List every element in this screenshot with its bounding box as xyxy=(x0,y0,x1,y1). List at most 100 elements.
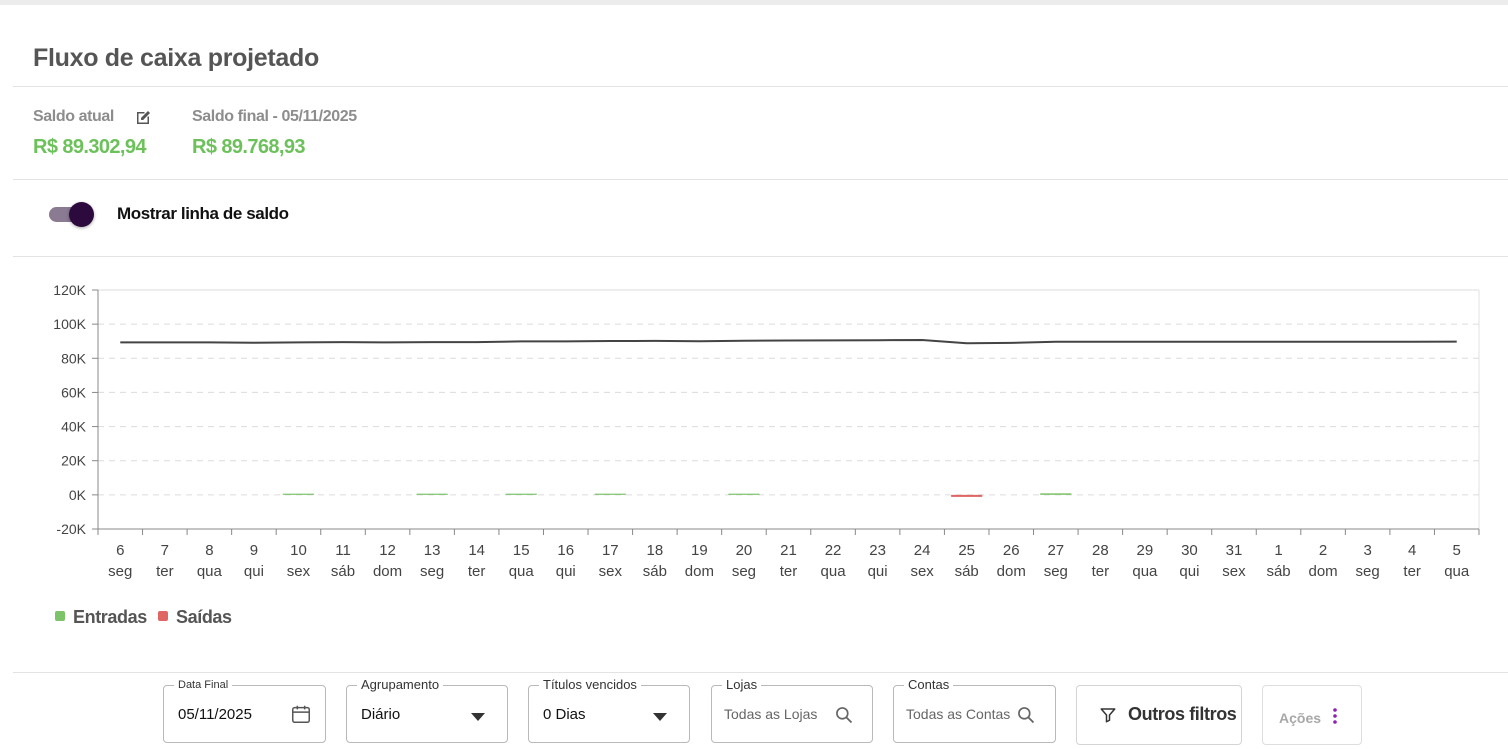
entradas-bar xyxy=(416,493,448,495)
x-tick-label-weekday: sex xyxy=(599,563,623,580)
end-date-value: 05/11/2025 xyxy=(178,706,252,723)
entradas-bar xyxy=(282,493,315,495)
actions-button[interactable]: Ações xyxy=(1262,685,1362,745)
x-tick-label-day: 13 xyxy=(424,542,441,559)
x-tick-label-weekday: seg xyxy=(732,563,756,580)
x-tick-label-weekday: seg xyxy=(1356,563,1380,580)
entradas-bar xyxy=(505,493,537,495)
overdue-titles-label: Títulos vencidos xyxy=(539,677,641,692)
balance-line xyxy=(120,339,1457,345)
x-tick-label-day: 15 xyxy=(513,542,530,559)
other-filters-label: Outros filtros xyxy=(1128,704,1237,724)
divider xyxy=(13,672,1508,673)
x-tick-label-day: 20 xyxy=(736,542,753,559)
edit-icon[interactable] xyxy=(134,109,152,127)
x-tick-label-day: 14 xyxy=(468,542,485,559)
legend-saidas[interactable]: Saídas xyxy=(158,607,232,628)
y-tick-label: 80K xyxy=(61,350,87,366)
x-tick-label-weekday: qua xyxy=(821,563,847,580)
grouping-label: Agrupamento xyxy=(357,677,444,692)
x-tick-label-weekday: qui xyxy=(1179,563,1199,580)
x-tick-label-weekday: sáb xyxy=(643,563,667,580)
x-tick-label-day: 21 xyxy=(780,542,797,559)
end-date-field[interactable]: Data Final 05/11/2025 xyxy=(163,679,326,743)
search-icon[interactable] xyxy=(1016,705,1036,725)
x-tick-label-weekday: seg xyxy=(1044,563,1068,580)
overdue-titles-value: 0 Dias xyxy=(543,706,586,723)
x-tick-label-day: 6 xyxy=(116,542,124,559)
filter-icon xyxy=(1100,708,1116,723)
page-title: Fluxo de caixa projetado xyxy=(33,44,319,72)
x-tick-label-day: 23 xyxy=(869,542,886,559)
current-balance-label: Saldo atual xyxy=(33,108,114,125)
entradas-bar xyxy=(728,493,760,495)
x-tick-label-day: 30 xyxy=(1181,542,1198,559)
x-tick-label-weekday: dom xyxy=(685,563,714,580)
y-tick-label: 100K xyxy=(53,316,86,332)
divider xyxy=(13,179,1508,180)
calendar-icon[interactable] xyxy=(290,703,312,725)
x-tick-label-day: 8 xyxy=(205,542,213,559)
x-tick-label-day: 16 xyxy=(557,542,574,559)
x-tick-label-weekday: seg xyxy=(108,563,132,580)
saidas-swatch xyxy=(158,611,168,621)
overdue-titles-select[interactable]: Títulos vencidos 0 Dias xyxy=(528,677,690,743)
stores-label: Lojas xyxy=(722,677,762,692)
x-tick-label-weekday: ter xyxy=(780,563,798,580)
divider xyxy=(13,86,1508,87)
x-tick-label-weekday: qua xyxy=(509,563,535,580)
x-tick-label-weekday: sáb xyxy=(955,563,979,580)
x-tick-label-weekday: qui xyxy=(556,563,576,580)
final-balance-label: Saldo final - 05/11/2025 xyxy=(192,108,357,125)
stores-placeholder: Todas as Lojas xyxy=(724,706,818,722)
accounts-label: Contas xyxy=(904,677,954,692)
accounts-search-field[interactable]: Contas Todas as Contas xyxy=(893,677,1056,743)
grouping-select[interactable]: Agrupamento Diário xyxy=(346,677,508,743)
x-tick-label-weekday: dom xyxy=(997,563,1026,580)
entradas-bar xyxy=(1040,493,1072,495)
entradas-swatch xyxy=(55,611,65,621)
x-tick-label-weekday: ter xyxy=(1403,563,1421,580)
x-tick-label-day: 1 xyxy=(1274,542,1282,559)
search-icon[interactable] xyxy=(834,705,854,725)
y-tick-label: 0K xyxy=(69,487,87,503)
actions-label: Ações xyxy=(1279,710,1322,726)
y-tick-label: 20K xyxy=(61,453,87,469)
legend-saidas-label: Saídas xyxy=(176,607,232,627)
toggle-label: Mostrar linha de saldo xyxy=(117,204,289,223)
x-tick-label-weekday: sex xyxy=(287,563,311,580)
x-tick-label-weekday: ter xyxy=(1092,563,1110,580)
x-tick-label-weekday: sex xyxy=(1222,563,1246,580)
other-filters-button[interactable]: Outros filtros xyxy=(1076,685,1242,745)
x-tick-label-weekday: sáb xyxy=(1266,563,1290,580)
x-tick-label-weekday: sex xyxy=(910,563,934,580)
end-date-label: Data Final xyxy=(174,679,233,691)
x-tick-label-weekday: dom xyxy=(373,563,402,580)
x-tick-label-day: 27 xyxy=(1047,542,1064,559)
more-vertical-icon xyxy=(1333,708,1337,724)
chevron-down-icon xyxy=(471,713,485,721)
x-tick-label-weekday: sáb xyxy=(331,563,355,580)
x-tick-label-day: 4 xyxy=(1408,542,1416,559)
x-tick-label-weekday: dom xyxy=(1308,563,1337,580)
x-tick-label-day: 11 xyxy=(335,542,351,559)
top-bar xyxy=(0,0,1508,5)
legend-entradas[interactable]: Entradas xyxy=(55,607,147,628)
saidas-bar xyxy=(951,494,983,497)
x-tick-label-day: 29 xyxy=(1137,542,1154,559)
legend-entradas-label: Entradas xyxy=(73,607,147,627)
x-tick-label-day: 24 xyxy=(914,542,931,559)
x-tick-label-day: 19 xyxy=(691,542,708,559)
entradas-bar xyxy=(594,493,626,495)
x-tick-label-day: 22 xyxy=(825,542,842,559)
x-tick-label-weekday: ter xyxy=(156,563,174,580)
stores-search-field[interactable]: Lojas Todas as Lojas xyxy=(711,677,873,743)
grouping-value: Diário xyxy=(361,706,401,723)
x-tick-label-weekday: qua xyxy=(1132,563,1158,580)
y-tick-label: 60K xyxy=(61,384,87,400)
x-tick-label-weekday: qua xyxy=(197,563,223,580)
x-tick-label-day: 18 xyxy=(647,542,664,559)
x-tick-label-day: 17 xyxy=(602,542,619,559)
balance-line-toggle[interactable] xyxy=(49,202,95,228)
x-tick-label-day: 28 xyxy=(1092,542,1109,559)
